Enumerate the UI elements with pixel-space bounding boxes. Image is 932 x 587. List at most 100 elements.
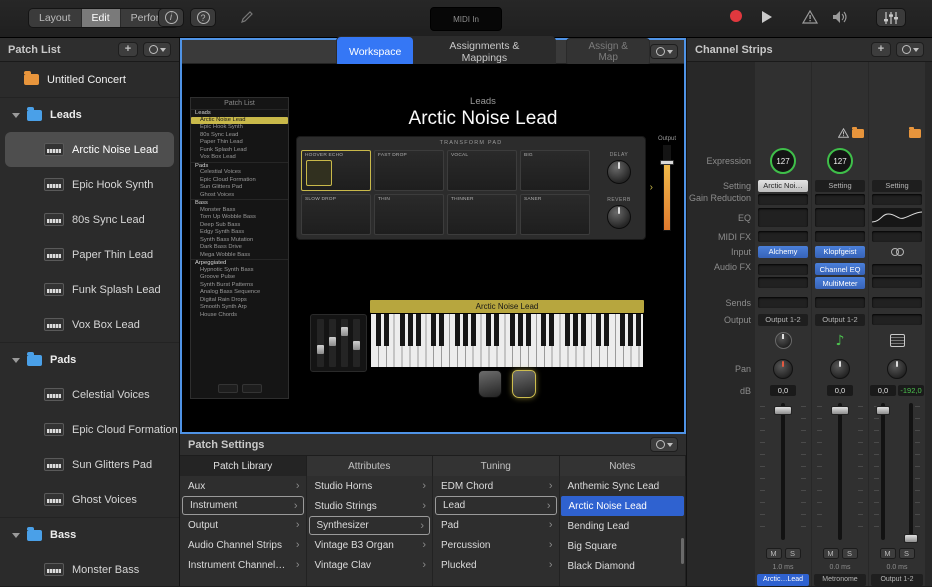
group-row-leads[interactable]: Leads xyxy=(0,97,179,132)
patch-row[interactable]: Sun Glitters Pad xyxy=(0,447,179,482)
eq-slot[interactable] xyxy=(815,208,865,227)
folder-icon[interactable] xyxy=(909,129,921,138)
patch-row[interactable]: Epic Hook Synth xyxy=(0,167,179,202)
library-row[interactable]: Synthesizer xyxy=(309,516,431,535)
setting-button[interactable]: Setting xyxy=(815,180,865,192)
mini-patch-row[interactable]: Epic Hook Synth xyxy=(191,124,288,132)
output-routing-slot[interactable] xyxy=(872,314,922,325)
library-row[interactable]: Plucked xyxy=(433,555,559,575)
midi-fx-slot[interactable] xyxy=(815,231,865,242)
keyboard-widget[interactable] xyxy=(370,313,644,368)
library-row[interactable]: Vintage B3 Organ xyxy=(307,535,433,555)
patch-row[interactable]: Vox Box Lead xyxy=(0,307,179,342)
patch-settings-action-menu[interactable] xyxy=(650,437,678,452)
channel-name-label[interactable]: Metronome xyxy=(814,574,866,586)
output-fader-cap[interactable] xyxy=(660,160,674,165)
assign-map-button[interactable]: Assign & Map xyxy=(566,38,650,66)
mini-patch-row[interactable]: Bass xyxy=(191,199,288,207)
library-row[interactable]: Studio Horns xyxy=(307,476,433,496)
mini-control-box[interactable] xyxy=(218,384,238,393)
patch-list-action-menu[interactable] xyxy=(143,42,171,57)
transform-pad-cell[interactable]: HOOVER ECHO xyxy=(301,150,371,191)
pedal-icon-active[interactable] xyxy=(512,370,536,398)
add-patch-button[interactable] xyxy=(118,42,138,57)
scrollbar-thumb[interactable] xyxy=(681,538,684,564)
fader-track[interactable] xyxy=(881,403,885,540)
library-row[interactable]: Instrument Channel… xyxy=(180,555,306,575)
library-row[interactable]: Lead xyxy=(435,496,557,515)
patch-row[interactable]: Arctic Noise Lead xyxy=(5,132,174,167)
volume-value[interactable]: 0,0 xyxy=(770,385,796,396)
folder-icon[interactable] xyxy=(852,129,864,138)
info-icon[interactable] xyxy=(158,8,184,27)
audio-fx-slot[interactable] xyxy=(758,277,808,288)
mini-patch-row[interactable]: Deep Sub Bass xyxy=(191,222,288,230)
transform-pad-widget[interactable]: TRANSFORM PAD HOOVER ECHOFAST DROPVOCALB… xyxy=(296,136,646,240)
eq-thumbnail[interactable] xyxy=(872,208,922,227)
library-row[interactable]: Audio Channel Strips xyxy=(180,535,306,555)
channel-name-label[interactable]: Output 1-2 xyxy=(871,574,923,586)
solo-button[interactable]: S xyxy=(842,548,858,559)
mini-patch-row[interactable]: Pads xyxy=(191,162,288,170)
transform-pad-cell[interactable]: VOCAL xyxy=(447,150,517,191)
patch-row[interactable]: Paper Thin Lead xyxy=(0,237,179,272)
patch-row[interactable]: Ghost Voices xyxy=(0,482,179,517)
group-row-pads[interactable]: Pads xyxy=(0,342,179,377)
panic-icon[interactable] xyxy=(802,10,818,24)
transform-pad-cell[interactable]: FAST DROP xyxy=(374,150,444,191)
fader-handle[interactable] xyxy=(774,406,792,415)
audio-fx-plugin-button[interactable]: Channel EQ xyxy=(815,263,865,275)
channel-strip-levels-icon[interactable] xyxy=(876,8,906,27)
drawbar-slider[interactable] xyxy=(341,319,348,367)
mini-patch-row[interactable]: Torn Up Wobble Bass xyxy=(191,214,288,222)
input-plugin-button[interactable]: Alchemy xyxy=(758,246,808,258)
mini-patch-row[interactable]: 80s Sync Lead xyxy=(191,132,288,140)
play-button[interactable] xyxy=(760,10,773,24)
mini-patch-row[interactable]: Mega Wobble Bass xyxy=(191,252,288,260)
expression-knob[interactable]: 127 xyxy=(827,148,853,174)
fader-handle[interactable] xyxy=(831,406,849,415)
mini-patch-row[interactable]: Funk Splash Lead xyxy=(191,147,288,155)
audio-fx-slot[interactable] xyxy=(872,277,922,288)
channel-strips-action-menu[interactable] xyxy=(896,42,924,57)
send-slot[interactable] xyxy=(758,297,808,308)
solo-button[interactable]: S xyxy=(785,548,801,559)
layout-mode-button[interactable]: Layout xyxy=(29,9,82,27)
mini-patch-row[interactable]: Synth Bass Mutation xyxy=(191,237,288,245)
patch-settings-tab[interactable]: Patch Library xyxy=(180,456,307,476)
library-row[interactable]: EDM Chord xyxy=(433,476,559,496)
tab-workspace[interactable]: Workspace xyxy=(337,37,413,67)
mini-patch-row[interactable]: Edgy Synth Bass xyxy=(191,229,288,237)
channel-name-label[interactable]: Arctic…Lead xyxy=(757,574,809,586)
delay-knob[interactable] xyxy=(607,160,631,184)
disclosure-triangle-icon[interactable] xyxy=(12,358,20,363)
output-meter-widget[interactable]: Output xyxy=(652,136,682,240)
patch-row[interactable]: 80s Sync Lead xyxy=(0,202,179,237)
patch-settings-tab[interactable]: Notes xyxy=(560,456,687,476)
fader-track[interactable] xyxy=(781,403,785,540)
mini-patch-row[interactable]: Dark Bass Drive xyxy=(191,244,288,252)
audio-fx-slot[interactable] xyxy=(872,264,922,275)
mute-button[interactable]: M xyxy=(823,548,839,559)
mini-patch-row[interactable]: Celestial Voices xyxy=(191,169,288,177)
library-row[interactable]: Vintage Clav xyxy=(307,555,433,575)
setting-button[interactable]: Setting xyxy=(872,180,922,192)
mini-patch-row[interactable]: Digital Rain Drops xyxy=(191,297,288,305)
pencil-icon[interactable] xyxy=(240,10,254,24)
fader-handle[interactable] xyxy=(904,534,918,543)
midi-fx-slot[interactable] xyxy=(758,231,808,242)
output-routing-button[interactable]: Output 1-2 xyxy=(815,314,865,326)
mini-patch-row[interactable]: Paper Thin Lead xyxy=(191,139,288,147)
record-button[interactable] xyxy=(730,10,742,22)
audio-fx-slot[interactable] xyxy=(758,264,808,275)
mini-patch-row[interactable]: Epic Cloud Formation xyxy=(191,177,288,185)
pan-knob[interactable] xyxy=(773,359,793,379)
master-mute-icon[interactable] xyxy=(832,10,848,24)
library-row[interactable]: Arctic Noise Lead xyxy=(561,496,685,516)
midi-fx-slot[interactable] xyxy=(872,231,922,242)
library-row[interactable]: Percussion xyxy=(433,535,559,555)
add-channel-strip-button[interactable] xyxy=(871,42,891,57)
solo-button[interactable]: S xyxy=(899,548,915,559)
mini-patch-row[interactable]: Smooth Synth Arp xyxy=(191,304,288,312)
input-plugin-button[interactable]: Klopfgeist xyxy=(815,246,865,258)
